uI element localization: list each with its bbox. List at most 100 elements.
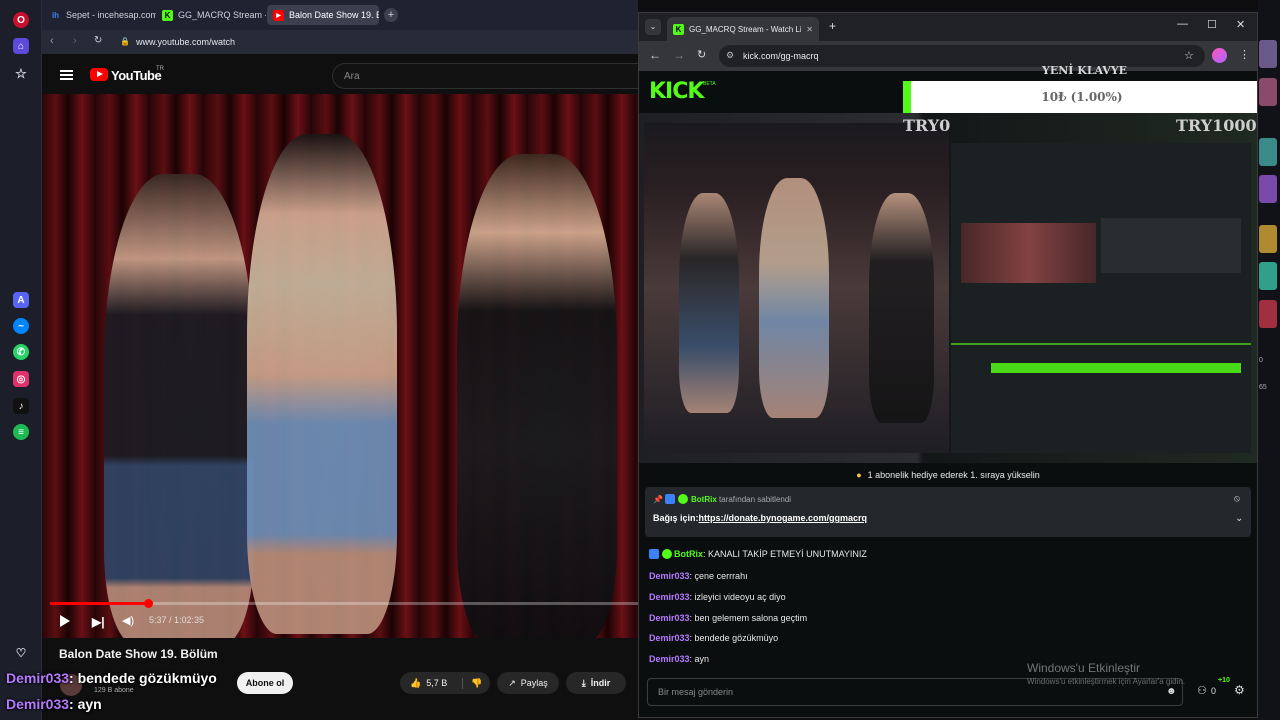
chat-message[interactable]: Demir033: izleyici videoyu aç diyo bbox=[649, 592, 786, 602]
tiktok-icon[interactable]: ♪ bbox=[13, 398, 29, 414]
chat-settings-gear-icon[interactable]: ⚙ bbox=[1234, 683, 1245, 697]
forward-icon[interactable]: → bbox=[673, 48, 685, 62]
spotify-icon[interactable]: ≡ bbox=[13, 424, 29, 440]
goal-title: YENİ KLAVYE bbox=[1042, 64, 1128, 77]
tab-youtube-video[interactable]: ▶ Balon Date Show 19. Bölü bbox=[267, 5, 379, 25]
kick-favicon-icon: K bbox=[673, 23, 684, 35]
next-icon[interactable]: ▶| bbox=[92, 615, 105, 629]
chat-message[interactable]: Demir033: bendede gözükmüyo bbox=[649, 633, 778, 643]
tab-search-icon[interactable]: ⌄ bbox=[645, 19, 661, 35]
person-right bbox=[457, 154, 617, 638]
profile-avatar[interactable] bbox=[1212, 48, 1227, 63]
chat-username[interactable]: BotRix bbox=[674, 549, 703, 559]
maximize-icon[interactable]: ☐ bbox=[1207, 18, 1217, 31]
site-info-icon[interactable]: ⚙ bbox=[726, 50, 734, 61]
play-icon[interactable] bbox=[60, 615, 70, 627]
emoji-icon[interactable]: ☻ bbox=[1166, 686, 1177, 697]
menu-icon[interactable] bbox=[60, 70, 73, 80]
star-icon[interactable]: ☆ bbox=[13, 66, 29, 82]
tab-incehesap[interactable]: ih Sepet - incehesap.com bbox=[44, 5, 156, 25]
points-icon[interactable]: ⚇ bbox=[1197, 684, 1207, 697]
reload-icon[interactable]: ↻ bbox=[94, 35, 102, 46]
back-icon[interactable]: ‹ bbox=[50, 35, 54, 47]
video-player[interactable]: ▶| ◀) 5:37 / 1:02:35 bbox=[42, 94, 638, 638]
chat-message[interactable]: Demir033: ben gelemem salona geçtim bbox=[649, 613, 807, 623]
chat-input-placeholder: Bir mesaj gönderin bbox=[658, 687, 734, 697]
avatar[interactable] bbox=[1259, 300, 1277, 328]
messenger-icon[interactable]: ~ bbox=[13, 318, 29, 334]
back-icon[interactable]: ← bbox=[649, 48, 661, 62]
whatsapp-icon[interactable]: ✆ bbox=[13, 344, 29, 360]
bookmark-star-icon[interactable]: ☆ bbox=[1184, 49, 1194, 62]
pinned-by: BotRix tarafından sabitlendi bbox=[691, 495, 792, 504]
url-field[interactable]: ⚙ kick.com/gg-macrq ☆ bbox=[719, 45, 1205, 67]
overlay-caption: Demir033: ayn bbox=[6, 696, 102, 712]
volume-icon[interactable]: ◀) bbox=[122, 614, 134, 627]
share-icon: ↗ bbox=[508, 677, 516, 688]
kick-favicon-icon: K bbox=[162, 9, 173, 21]
like-button[interactable]: 👍 5,7 B 👎 bbox=[400, 672, 490, 694]
opera-logo-icon[interactable]: O bbox=[13, 12, 29, 28]
minimize-icon[interactable]: — bbox=[1177, 18, 1188, 30]
time-display: 5:37 / 1:02:35 bbox=[149, 615, 205, 625]
avatar[interactable] bbox=[1259, 138, 1277, 166]
botrix-badge-icon bbox=[665, 494, 675, 504]
new-tab-button[interactable]: + bbox=[384, 8, 398, 22]
pinned-message[interactable]: 📌 BotRix tarafından sabitlendi Bağış içi… bbox=[645, 487, 1251, 537]
kick-logo[interactable]: KICK bbox=[649, 79, 704, 104]
download-button[interactable]: ⤓ İndir bbox=[566, 672, 626, 694]
pin-icon: 📌 bbox=[653, 495, 663, 504]
avatar[interactable] bbox=[1259, 175, 1277, 203]
forward-icon[interactable]: › bbox=[73, 35, 77, 47]
chat-username[interactable]: Demir033 bbox=[649, 633, 690, 643]
chat-username[interactable]: Demir033 bbox=[649, 613, 690, 623]
home-icon[interactable]: ⌂ bbox=[13, 38, 29, 54]
reload-icon[interactable]: ↻ bbox=[697, 48, 706, 61]
tab-kick-active[interactable]: K GG_MACRQ Stream - Watch Li ✕ bbox=[667, 17, 819, 41]
gift-banner[interactable]: ● 1 abonelik hediye ederek 1. sıraya yük… bbox=[639, 463, 1257, 487]
chat-message[interactable]: Demir033: ayn bbox=[649, 654, 709, 664]
tab-kick-stream[interactable]: K GG_MACRQ Stream - Wat bbox=[156, 5, 266, 25]
chat-username[interactable]: Demir033 bbox=[649, 654, 690, 664]
count-label: 65 bbox=[1259, 384, 1267, 391]
subscribe-button[interactable]: Abone ol bbox=[237, 672, 293, 694]
close-window-icon[interactable]: ✕ bbox=[1236, 18, 1245, 31]
new-tab-button[interactable]: + bbox=[829, 19, 836, 33]
dislike-icon[interactable]: 👎 bbox=[462, 677, 482, 689]
avatar[interactable] bbox=[1259, 78, 1277, 106]
url-text: kick.com/gg-macrq bbox=[743, 51, 819, 61]
avatar[interactable] bbox=[1259, 225, 1277, 253]
expand-chevron-icon[interactable]: ⌄ bbox=[1235, 513, 1243, 524]
gift-icon: ● bbox=[856, 470, 862, 480]
close-tab-icon[interactable]: ✕ bbox=[806, 25, 813, 34]
beta-badge: BETA bbox=[703, 81, 716, 87]
donate-link[interactable]: https://donate.bynogame.com/ggmacrq bbox=[699, 513, 868, 523]
goal-progress-text: 10₺ (1.00%) bbox=[1041, 90, 1123, 104]
youtube-logo-icon[interactable] bbox=[90, 68, 108, 81]
right-desktop-strip: 0 65 bbox=[1258, 0, 1280, 720]
url-text[interactable]: www.youtube.com/watch bbox=[136, 37, 235, 47]
chat-message[interactable]: Demir033: çene cerrrahı bbox=[649, 571, 748, 581]
share-button[interactable]: ↗ Paylaş bbox=[497, 672, 559, 694]
goal-min-label: TRY0 bbox=[903, 116, 951, 135]
subscriber-count: 129 B abone bbox=[94, 687, 134, 694]
chat-username[interactable]: Demir033 bbox=[649, 571, 690, 581]
search-input[interactable]: Ara bbox=[332, 63, 638, 89]
stream-video-player[interactable] bbox=[639, 113, 1257, 463]
chat-message[interactable]: BotRix: KANALI TAKİP ETMEYİ UNUTMAYINIZ bbox=[649, 549, 867, 559]
person-left bbox=[104, 174, 254, 638]
aria-icon[interactable]: A bbox=[13, 292, 29, 308]
avatar[interactable] bbox=[1259, 40, 1277, 68]
instagram-icon[interactable]: ◎ bbox=[13, 371, 29, 387]
goal-max-label: TRY1000 bbox=[1176, 116, 1257, 135]
progress-bar[interactable] bbox=[50, 602, 638, 605]
unpin-icon[interactable]: ⦸ bbox=[1234, 493, 1240, 504]
menu-kebab-icon[interactable]: ⋮ bbox=[1239, 48, 1250, 61]
heart-icon[interactable]: ♡ bbox=[13, 645, 29, 661]
youtube-logo-text: YouTube bbox=[111, 68, 162, 83]
count-label: 0 bbox=[1259, 357, 1263, 364]
chat-username[interactable]: Demir033 bbox=[649, 592, 690, 602]
chat-text: bendede gözükmüyo bbox=[694, 633, 779, 643]
person-middle bbox=[247, 134, 397, 634]
avatar[interactable] bbox=[1259, 262, 1277, 290]
